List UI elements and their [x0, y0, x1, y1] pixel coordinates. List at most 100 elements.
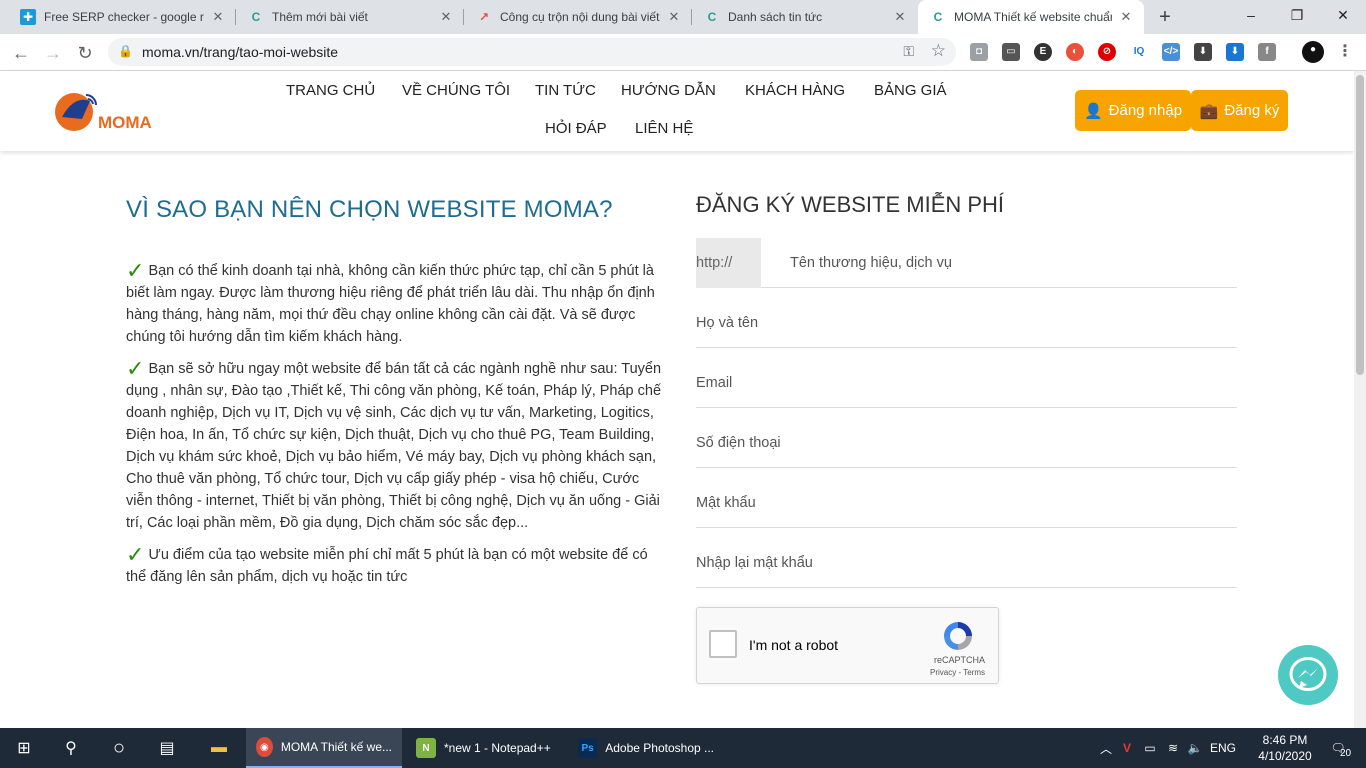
- taskbar-app-photoshop[interactable]: Ps Adobe Photoshop ...: [568, 728, 724, 768]
- menu-kebab-icon[interactable]: ⋮: [1336, 43, 1354, 61]
- browser-tab[interactable]: ↗ Công cụ trộn nội dung bài viết ✕: [464, 0, 692, 34]
- system-tray: ︿ V ▭ ≋ 🔈 ENG: [1096, 728, 1240, 768]
- url-prefix: http://: [696, 238, 761, 288]
- photoshop-icon: Ps: [578, 738, 598, 758]
- phone-field[interactable]: [696, 408, 1237, 468]
- menu-item-news[interactable]: TIN TỨC: [535, 82, 596, 99]
- tab-close-icon[interactable]: ✕: [438, 9, 454, 25]
- cortana-circle-icon: ○: [112, 736, 126, 759]
- menu-item-home[interactable]: TRANG CHỦ: [286, 82, 375, 99]
- facebook-extension-icon[interactable]: f: [1258, 43, 1276, 61]
- volume-icon[interactable]: 🔈: [1184, 741, 1206, 755]
- tab-title: Thêm mới bài viết: [272, 10, 368, 24]
- iq-extension-icon[interactable]: IQ: [1130, 43, 1148, 61]
- search-button[interactable]: ⚲: [48, 728, 94, 768]
- reload-icon[interactable]: ↻: [72, 40, 98, 66]
- battery-icon[interactable]: ▭: [1138, 741, 1162, 755]
- taskbar-app-chrome[interactable]: ◉ MOMA Thiết kế we...: [246, 728, 402, 768]
- back-icon[interactable]: ←: [8, 40, 34, 66]
- site-favicon-icon: C: [933, 10, 943, 24]
- benefit-text: Ưu điểm của tạo website miễn phí chỉ mất…: [126, 547, 648, 585]
- camera-extension-icon[interactable]: ◘: [970, 43, 988, 61]
- password-field[interactable]: [696, 468, 1237, 528]
- menu-item-faq[interactable]: HỎI ĐÁP: [545, 120, 607, 137]
- browser-tab[interactable]: C Thêm mới bài viết ✕: [236, 0, 464, 34]
- tab-title: Công cụ trộn nội dung bài viết: [500, 10, 660, 24]
- why-moma-section: VÌ SAO BẠN NÊN CHỌN WEBSITE MOMA? ✓ Bạn c…: [126, 196, 666, 598]
- checkmark-icon: ✓: [126, 356, 145, 381]
- arrow-down-extension-icon[interactable]: ⬇: [1226, 43, 1244, 61]
- register-button[interactable]: 💼 Đăng ký: [1191, 90, 1288, 131]
- adblock-extension-icon[interactable]: ⊘: [1098, 43, 1116, 61]
- new-tab-button[interactable]: +: [1152, 4, 1178, 30]
- site-favicon-icon: C: [251, 10, 261, 24]
- taskbar-app-label: MOMA Thiết kế we...: [280, 740, 392, 754]
- bookmark-star-icon[interactable]: ☆: [931, 41, 946, 61]
- tab-close-icon[interactable]: ✕: [210, 9, 226, 25]
- window-close-icon[interactable]: ✕: [1320, 0, 1366, 30]
- cortana-button[interactable]: ○: [96, 728, 142, 768]
- email-field[interactable]: [696, 348, 1237, 408]
- taskbar-app-label: *new 1 - Notepad++: [444, 741, 551, 755]
- messenger-chat-button[interactable]: [1278, 645, 1338, 705]
- code-extension-icon[interactable]: </>: [1162, 43, 1180, 61]
- clock-date: 4/10/2020: [1258, 749, 1312, 763]
- recaptcha-brand: reCAPTCHA: [933, 655, 985, 665]
- scrollbar-thumb[interactable]: [1356, 75, 1364, 375]
- chart-favicon-icon: ↗: [478, 10, 490, 24]
- browser-tab[interactable]: C Danh sách tin tức ✕: [692, 0, 918, 34]
- checkmark-icon: ✓: [126, 542, 145, 567]
- notification-count: 20: [1340, 747, 1352, 759]
- taskbar-app-notepadpp[interactable]: N *new 1 - Notepad++: [406, 728, 564, 768]
- serp-favicon-icon: ✚: [20, 9, 36, 25]
- recaptcha-checkbox[interactable]: [709, 630, 737, 658]
- start-button[interactable]: ⊞: [0, 728, 48, 768]
- menu-item-about[interactable]: VỀ CHÚNG TÔI: [402, 82, 510, 99]
- tab-title: Danh sách tin tức: [728, 10, 823, 24]
- wifi-icon[interactable]: ≋: [1162, 741, 1184, 755]
- key-icon[interactable]: ⚿: [903, 43, 914, 60]
- tab-close-icon[interactable]: ✕: [1118, 9, 1134, 25]
- vietkey-icon[interactable]: V: [1116, 741, 1138, 755]
- tab-close-icon[interactable]: ✕: [892, 9, 908, 25]
- notepadpp-icon: N: [416, 738, 436, 758]
- menu-item-customers[interactable]: KHÁCH HÀNG: [745, 82, 845, 99]
- brand-name-input[interactable]: [790, 238, 1230, 288]
- ethereum-extension-icon[interactable]: E: [1034, 43, 1052, 61]
- tab-title: Free SERP checker - google ran: [44, 10, 204, 24]
- monitor-extension-icon[interactable]: ▭: [1002, 43, 1020, 61]
- browser-tab-active[interactable]: C MOMA Thiết kế website chuẩn ✕: [918, 0, 1144, 34]
- benefit-paragraph: ✓ Ưu điểm của tạo website miễn phí chỉ mấ…: [126, 544, 666, 588]
- menu-item-contact[interactable]: LIÊN HỆ: [635, 120, 693, 137]
- maximize-icon[interactable]: ❐: [1274, 0, 1320, 30]
- confirm-password-field[interactable]: [696, 528, 1237, 588]
- browser-toolbar: ← → ↻ 🔒 moma.vn/trang/tao-moi-website ⚿ …: [0, 34, 1366, 71]
- task-view-button[interactable]: ▤: [144, 728, 190, 768]
- benefit-text: Bạn sẽ sở hữu ngay một website để bán tấ…: [126, 361, 662, 531]
- tab-close-icon[interactable]: ✕: [666, 9, 682, 25]
- address-bar[interactable]: 🔒 moma.vn/trang/tao-moi-website ⚿ ☆: [108, 38, 956, 66]
- site-favicon-icon: C: [707, 10, 717, 24]
- register-form: ĐĂNG KÝ WEBSITE MIỄN PHÍ http://: [696, 192, 1237, 588]
- action-center-button[interactable]: 🗨 20: [1324, 728, 1351, 768]
- why-moma-heading: VÌ SAO BẠN NÊN CHỌN WEBSITE MOMA?: [126, 196, 613, 223]
- page-scrollbar[interactable]: [1354, 71, 1366, 728]
- menu-item-guide[interactable]: HƯỚNG DẪN: [621, 82, 716, 99]
- profile-avatar[interactable]: ●: [1302, 41, 1324, 63]
- minimize-icon[interactable]: –: [1228, 0, 1274, 30]
- browser-tab[interactable]: ✚ Free SERP checker - google ran ✕: [8, 0, 236, 34]
- taskbar-app-label: Adobe Photoshop ...: [605, 741, 714, 755]
- red-extension-icon[interactable]: ◐: [1066, 43, 1084, 61]
- taskbar-clock[interactable]: 8:46 PM 4/10/2020: [1252, 732, 1318, 764]
- chrome-icon: ◉: [256, 737, 273, 757]
- fullname-field[interactable]: [696, 288, 1237, 348]
- language-indicator[interactable]: ENG: [1206, 741, 1240, 755]
- benefit-paragraph: ✓ Bạn có thể kinh doanh tại nhà, không cầ…: [126, 260, 666, 348]
- download-extension-icon[interactable]: ⬇: [1194, 43, 1212, 61]
- recaptcha-terms-link[interactable]: Privacy - Terms: [930, 668, 985, 677]
- login-button[interactable]: 👤 Đăng nhập: [1075, 90, 1191, 131]
- file-explorer-button[interactable]: ▬: [196, 728, 242, 768]
- tray-chevron-icon[interactable]: ︿: [1096, 740, 1116, 757]
- menu-item-pricing[interactable]: BẢNG GIÁ: [874, 82, 947, 99]
- forward-icon[interactable]: →: [40, 40, 66, 66]
